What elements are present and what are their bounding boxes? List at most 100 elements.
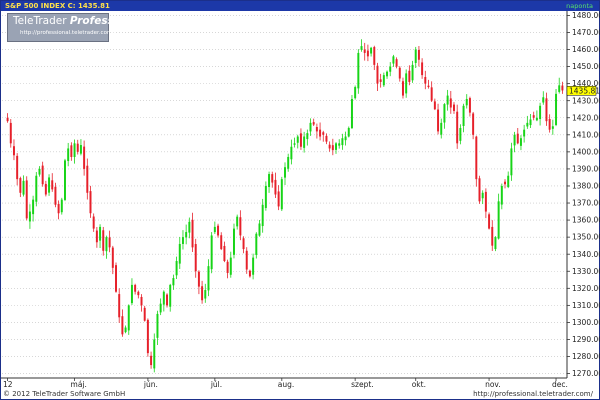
x-tick-label: jún. bbox=[143, 380, 158, 389]
candle-body bbox=[293, 143, 296, 145]
last-price-label: 1435.81 bbox=[569, 86, 600, 95]
candle bbox=[70, 142, 73, 161]
candle-body bbox=[191, 219, 194, 248]
candle bbox=[405, 69, 408, 98]
candle bbox=[328, 141, 331, 152]
y-tick-label: 1400.00 bbox=[572, 147, 600, 156]
candle-body bbox=[239, 217, 242, 236]
candle-body bbox=[535, 117, 538, 121]
candle bbox=[194, 238, 197, 278]
candle-body bbox=[555, 93, 558, 126]
candle-body bbox=[287, 156, 290, 169]
candle bbox=[12, 139, 15, 161]
candle bbox=[115, 262, 117, 293]
candle bbox=[312, 118, 315, 127]
y-tick-label: 1330.00 bbox=[572, 267, 600, 276]
last-price-marker: 1435.81 bbox=[566, 86, 600, 96]
candle-body bbox=[64, 160, 66, 200]
candle-body bbox=[83, 146, 86, 169]
candle-body bbox=[162, 291, 165, 305]
candle bbox=[76, 139, 79, 155]
y-tick-label: 1360.00 bbox=[572, 216, 600, 225]
candle-body bbox=[134, 284, 137, 292]
candle-body bbox=[328, 144, 331, 149]
candle-body bbox=[207, 266, 210, 291]
candle bbox=[35, 172, 38, 207]
candle-body bbox=[73, 143, 76, 158]
candle-body bbox=[312, 122, 315, 125]
candle bbox=[156, 310, 159, 346]
candle-body bbox=[153, 339, 156, 369]
candle-body bbox=[6, 117, 9, 122]
candle bbox=[197, 270, 200, 295]
candle bbox=[28, 204, 31, 229]
candle bbox=[542, 91, 545, 105]
candle-body bbox=[188, 221, 191, 233]
candle-body bbox=[277, 191, 280, 207]
candle bbox=[545, 92, 548, 126]
candle-body bbox=[102, 230, 105, 251]
candle bbox=[223, 241, 226, 263]
x-tick-labels: 12 máj. jún. júl. aug. szept. okt. nov. dec. bbox=[3, 378, 568, 389]
candle-body bbox=[226, 261, 229, 273]
candle-body bbox=[67, 148, 70, 161]
y-tick-label: 1450.00 bbox=[572, 62, 600, 71]
candle bbox=[376, 62, 379, 91]
candle-body bbox=[379, 79, 382, 82]
candle-body bbox=[542, 97, 545, 103]
candle bbox=[519, 135, 522, 151]
candle-body bbox=[57, 204, 60, 214]
candle-body bbox=[558, 85, 561, 92]
candle-body bbox=[561, 85, 564, 91]
candle-body bbox=[48, 177, 51, 193]
y-tick-label: 1470.00 bbox=[572, 28, 600, 37]
candle-body bbox=[95, 230, 98, 243]
candle-body bbox=[296, 136, 299, 143]
candle-body bbox=[523, 129, 526, 137]
candle bbox=[421, 58, 424, 79]
candle bbox=[299, 128, 302, 150]
candle bbox=[475, 135, 478, 187]
candle bbox=[22, 175, 25, 197]
y-tick-label: 1410.00 bbox=[572, 130, 600, 139]
candle-body bbox=[551, 126, 554, 129]
candle-body bbox=[258, 223, 261, 236]
candle-body bbox=[344, 136, 347, 141]
y-tick-label: 1480.00 bbox=[572, 11, 600, 20]
candle bbox=[319, 122, 322, 141]
candle bbox=[102, 226, 105, 256]
candle bbox=[54, 182, 57, 208]
candle-body bbox=[299, 133, 302, 147]
candle bbox=[51, 173, 54, 192]
candle-body bbox=[159, 303, 162, 313]
candle bbox=[529, 114, 532, 128]
x-tick-label: júl. bbox=[210, 380, 222, 389]
candle-body bbox=[25, 180, 28, 219]
candle bbox=[277, 185, 280, 211]
candle-body bbox=[504, 181, 506, 185]
candle bbox=[315, 123, 318, 139]
candle-body bbox=[350, 98, 353, 129]
candle bbox=[382, 72, 385, 87]
candle-body bbox=[468, 98, 471, 113]
candle bbox=[175, 256, 178, 280]
candle-body bbox=[545, 98, 548, 122]
candle bbox=[95, 227, 98, 248]
candle-body bbox=[284, 167, 286, 178]
candle-body bbox=[417, 49, 420, 60]
candle bbox=[548, 114, 551, 133]
candle bbox=[245, 247, 248, 274]
candle-body bbox=[319, 129, 322, 137]
candle-body bbox=[19, 178, 22, 193]
candle-body bbox=[121, 316, 124, 335]
candle-body bbox=[430, 87, 433, 101]
candle bbox=[201, 280, 204, 304]
candle bbox=[178, 236, 181, 269]
candle-body bbox=[315, 127, 318, 132]
candle-body bbox=[229, 257, 232, 275]
candle-body bbox=[204, 290, 207, 299]
candle-body bbox=[459, 127, 462, 141]
candle bbox=[252, 253, 255, 280]
candle bbox=[437, 103, 440, 135]
candle-body bbox=[242, 238, 245, 250]
